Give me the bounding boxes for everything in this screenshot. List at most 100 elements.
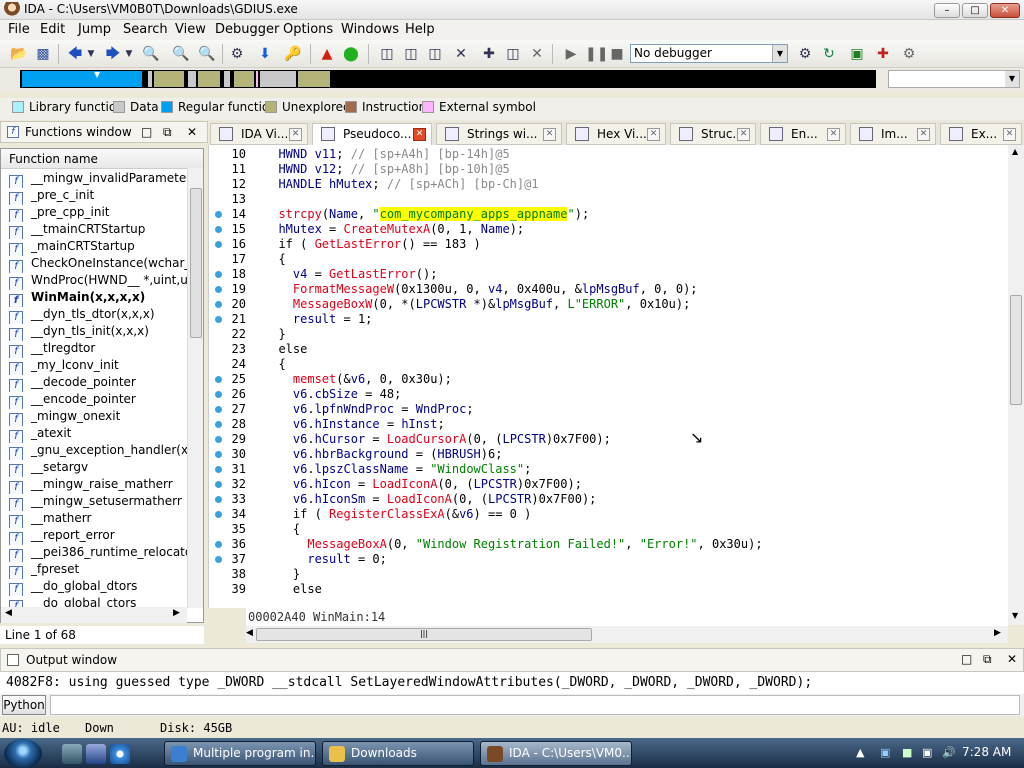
- code-line[interactable]: 32 v6.hIcon = LoadIconA(0, (LPCSTR)0x7F0…: [209, 477, 1008, 492]
- search-binary-icon[interactable]: 🔍: [172, 45, 190, 63]
- download-arrow-icon[interactable]: ⬇: [256, 45, 274, 63]
- minimize-button[interactable]: –: [934, 3, 960, 18]
- menu-view[interactable]: View: [175, 22, 206, 37]
- tab-str[interactable]: Strings wi... ✕: [436, 123, 562, 145]
- code-line[interactable]: 28 v6.hInstance = hInst;: [209, 417, 1008, 432]
- command-input[interactable]: [50, 695, 1020, 715]
- code-line[interactable]: 38 }: [209, 567, 1008, 582]
- breakpoints-icon[interactable]: ✚: [874, 45, 892, 63]
- taskbar-task[interactable]: IDA - C:\Users\VM0...: [480, 741, 632, 766]
- python-button[interactable]: Python: [2, 695, 46, 715]
- graph-add-icon[interactable]: ◫: [378, 45, 396, 63]
- search-text-icon[interactable]: 🔍: [142, 45, 160, 63]
- debug-options-icon[interactable]: ⚙: [796, 45, 814, 63]
- tray-network-icon[interactable]: ▲: [856, 746, 870, 760]
- function-list-item[interactable]: f _fpreset: [9, 562, 189, 579]
- switch-windows-icon[interactable]: [86, 744, 106, 764]
- segment-select[interactable]: ▼: [888, 70, 1020, 88]
- code-line[interactable]: 24 {: [209, 357, 1008, 372]
- code-line[interactable]: 14 strcpy(Name, "com_mycompany_apps_appn…: [209, 207, 1008, 222]
- code-line[interactable]: 15 hMutex = CreateMutexA(0, 1, Name);: [209, 222, 1008, 237]
- code-line[interactable]: 17 {: [209, 252, 1008, 267]
- scroll-right-icon[interactable]: ▶: [994, 628, 1001, 638]
- close-tab-icon[interactable]: ✕: [737, 128, 750, 141]
- code-line[interactable]: 31 v6.lpszClassName = "WindowClass";: [209, 462, 1008, 477]
- function-list-item[interactable]: f __report_error: [9, 528, 189, 545]
- code-line[interactable]: 35 {: [209, 522, 1008, 537]
- tab-doc[interactable]: Pseudoco... ✕: [312, 123, 432, 145]
- chevron-down-icon[interactable]: ▼: [1005, 71, 1019, 87]
- code-line[interactable]: 21 result = 1;: [209, 312, 1008, 327]
- code-line[interactable]: 10 HWND v11; // [sp+A4h] [bp-14h]@5: [209, 147, 1008, 162]
- graph-flow-icon[interactable]: ◫: [402, 45, 420, 63]
- function-list-item[interactable]: f _atexit: [9, 426, 189, 443]
- scroll-right-icon[interactable]: ▶: [173, 608, 180, 618]
- taskbar-task[interactable]: Multiple program in...: [164, 741, 316, 766]
- graph-to-icon[interactable]: ✕: [452, 45, 470, 63]
- function-list-item[interactable]: f __do_global_dtors: [9, 579, 189, 596]
- menu-debugger[interactable]: Debugger: [215, 22, 279, 37]
- show-desktop-icon[interactable]: [62, 744, 82, 764]
- function-list-item[interactable]: f WinMain(x,x,x,x): [9, 290, 189, 307]
- save-icon[interactable]: ▩: [34, 45, 52, 63]
- maximize-button[interactable]: □: [962, 3, 988, 18]
- scroll-down-icon[interactable]: ▼: [1012, 611, 1018, 620]
- function-list-item[interactable]: f __tlregdtor: [9, 341, 189, 358]
- code-line[interactable]: 12 HANDLE hMutex; // [sp+ACh] [bp-Ch]@1: [209, 177, 1008, 192]
- code-line[interactable]: 29 v6.hCursor = LoadCursorA(0, (LPCSTR)0…: [209, 432, 1008, 447]
- code-line[interactable]: 18 v4 = GetLastError();: [209, 267, 1008, 282]
- code-line[interactable]: 26 v6.cbSize = 48;: [209, 387, 1008, 402]
- code-line[interactable]: 25 memset(&v6, 0, 0x30u);: [209, 372, 1008, 387]
- pseudocode-view[interactable]: 10 HWND v11; // [sp+A4h] [bp-14h]@5 11 HW…: [208, 145, 1008, 608]
- scroll-thumb[interactable]: [190, 188, 202, 338]
- open-folder-icon[interactable]: 📂: [10, 45, 28, 63]
- maximize-panel-icon[interactable]: □: [961, 652, 972, 666]
- function-list-item[interactable]: f __mingw_raise_matherr: [9, 477, 189, 494]
- tray-app-icon[interactable]: ▣: [880, 746, 894, 760]
- function-list-item[interactable]: f CheckOneInstance(wchar_t *): [9, 256, 189, 273]
- navigation-band[interactable]: ▼: [20, 70, 876, 88]
- function-list-item[interactable]: f _my_lconv_init: [9, 358, 189, 375]
- menu-jump[interactable]: Jump: [78, 22, 111, 37]
- add-window-icon[interactable]: ▣: [848, 45, 866, 63]
- search-immediate-icon[interactable]: 🔍: [198, 45, 216, 63]
- stop-icon[interactable]: ■: [608, 45, 626, 63]
- close-tab-icon[interactable]: ✕: [647, 128, 660, 141]
- code-line[interactable]: 13: [209, 192, 1008, 207]
- tab-graph[interactable]: IDA Vi... ✕: [210, 123, 308, 145]
- code-line[interactable]: 20 MessageBoxW(0, *(LPCWSTR *)&lpMsgBuf,…: [209, 297, 1008, 312]
- tab-exp[interactable]: Ex... ✕: [940, 123, 1022, 145]
- graph-from-icon[interactable]: ✚: [480, 45, 498, 63]
- function-list-item[interactable]: f WndProc(HWND__ *,uint,uint: [9, 273, 189, 290]
- function-name-column-header[interactable]: Function name: [1, 149, 203, 169]
- function-list-item[interactable]: f __mingw_setusermatherr: [9, 494, 189, 511]
- start-button[interactable]: [4, 739, 42, 768]
- code-line[interactable]: 33 v6.hIconSm = LoadIconA(0, (LPCSTR)0x7…: [209, 492, 1008, 507]
- tab-A[interactable]: Struc... ✕: [670, 123, 756, 145]
- function-list-item[interactable]: f __matherr: [9, 511, 189, 528]
- warning-icon[interactable]: ▲: [318, 45, 336, 63]
- close-tab-icon[interactable]: ✕: [289, 128, 302, 141]
- internet-explorer-icon[interactable]: [110, 744, 130, 764]
- tray-volume-icon[interactable]: 🔊: [942, 746, 956, 760]
- close-panel-icon[interactable]: ✕: [1007, 652, 1017, 666]
- function-list-item[interactable]: f _mainCRTStartup: [9, 239, 189, 256]
- debugger-select[interactable]: No debugger ▼: [630, 44, 788, 63]
- back-dropdown-icon[interactable]: ▼: [82, 45, 100, 63]
- play-icon[interactable]: ▶: [562, 45, 580, 63]
- code-line[interactable]: 19 FormatMessageW(0x1300u, 0, v4, 0x400u…: [209, 282, 1008, 297]
- close-panel-icon[interactable]: ✕: [187, 125, 197, 139]
- close-button[interactable]: ✕: [990, 3, 1020, 18]
- code-line[interactable]: 16 if ( GetLastError() == 183 ): [209, 237, 1008, 252]
- scroll-up-icon[interactable]: ▲: [1012, 147, 1018, 156]
- patch-icon[interactable]: ⚙: [228, 45, 246, 63]
- maximize-panel-icon[interactable]: □: [141, 125, 152, 139]
- ida-app-icon[interactable]: [4, 2, 20, 18]
- function-list-item[interactable]: f __dyn_tls_init(x,x,x): [9, 324, 189, 341]
- function-list-item[interactable]: f __setargv: [9, 460, 189, 477]
- restore-panel-icon[interactable]: ⧉: [983, 652, 992, 667]
- close-tab-icon[interactable]: ✕: [413, 128, 426, 141]
- menu-edit[interactable]: Edit: [40, 22, 65, 37]
- tray-network-status-icon[interactable]: ▣: [922, 746, 936, 760]
- scroll-thumb[interactable]: [1010, 295, 1022, 405]
